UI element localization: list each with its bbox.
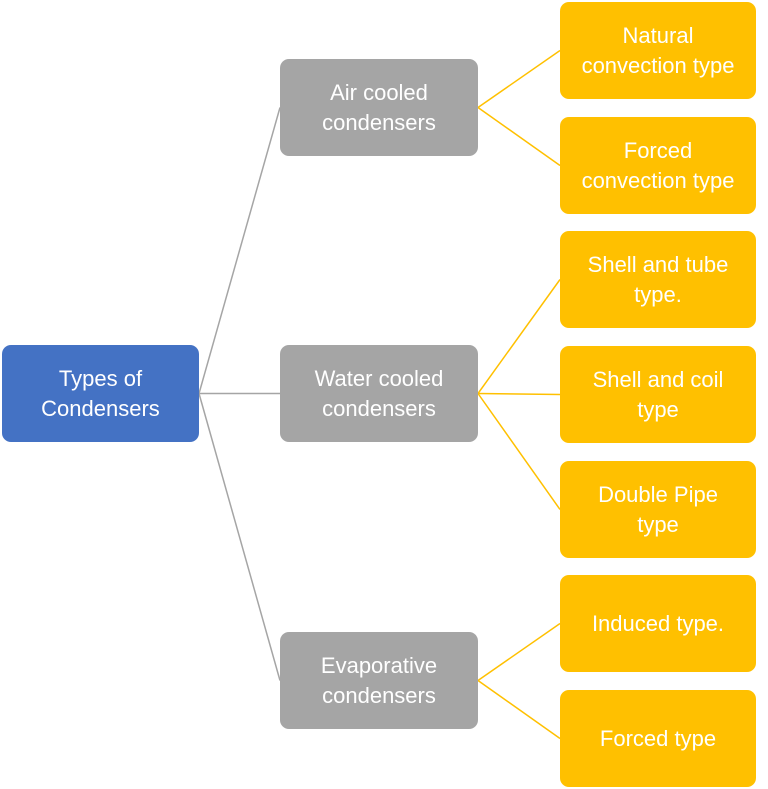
category-water-cooled: Water cooled condensers [280, 345, 478, 442]
root-connector-lines [198, 107, 281, 681]
leaf-forced-convection: Forced convection type [560, 117, 756, 214]
category-1-to-leaf-line-2 [477, 393, 561, 510]
category-1-to-leaf-line-1 [477, 392, 561, 396]
root-node-types-of-condensers: Types of Condensers [2, 345, 199, 442]
leaf-double-pipe: Double Pipe type [560, 461, 756, 558]
leaf-connector-lines [477, 49, 561, 740]
leaf-forced-type: Forced type [560, 690, 756, 787]
category-air-cooled: Air cooled condensers [280, 59, 478, 156]
leaf-natural-convection: Natural convection type [560, 2, 756, 99]
category-0-to-leaf-line-1 [477, 106, 561, 167]
leaf-shell-and-coil: Shell and coil type [560, 346, 756, 443]
category-0-to-leaf-line-0 [477, 49, 561, 109]
category-2-to-leaf-line-0 [477, 622, 561, 682]
leaf-induced-type: Induced type. [560, 575, 756, 672]
category-2-to-leaf-line-1 [477, 679, 561, 740]
root-to-category-line-2 [198, 393, 281, 681]
category-1-to-leaf-line-0 [477, 279, 561, 394]
leaf-shell-and-tube: Shell and tube type. [560, 231, 756, 328]
root-to-category-line-0 [198, 107, 281, 394]
category-evaporative: Evaporative condensers [280, 632, 478, 729]
